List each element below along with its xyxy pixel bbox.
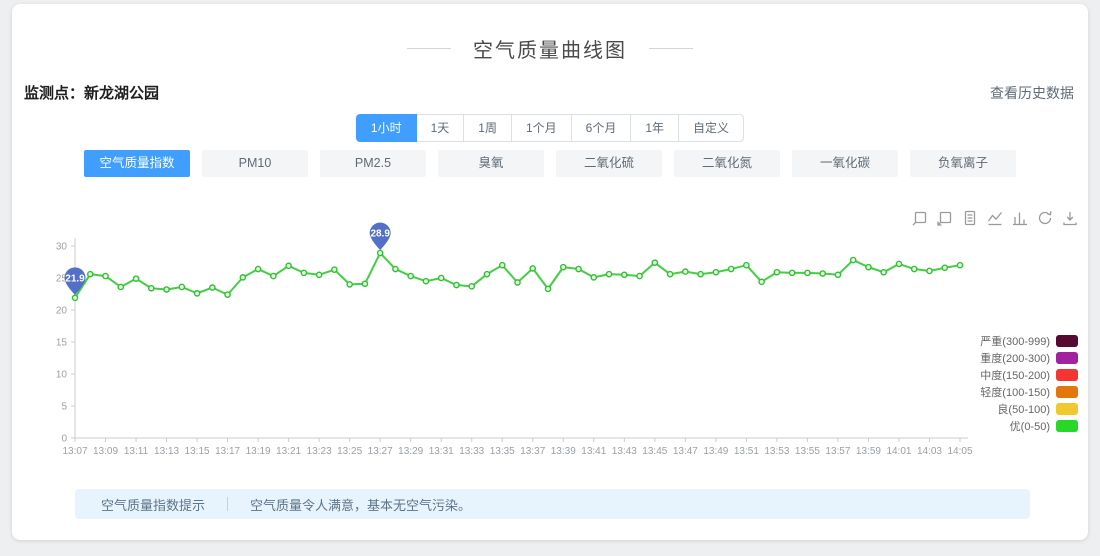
svg-text:13:49: 13:49	[703, 446, 728, 457]
svg-text:21.9: 21.9	[65, 273, 85, 284]
legend-label: 中度(150-200)	[980, 367, 1050, 383]
svg-text:13:27: 13:27	[368, 446, 393, 457]
legend-item-4[interactable]: 良(50-100)	[980, 400, 1078, 417]
time-tab-3[interactable]: 1个月	[511, 114, 572, 142]
svg-text:20: 20	[56, 306, 68, 317]
header-row: 监测点：新龙湖公园 查看历史数据	[24, 82, 1074, 103]
legend-item-1[interactable]: 重度(200-300)	[980, 349, 1078, 366]
svg-text:13:57: 13:57	[825, 446, 850, 457]
svg-text:13:51: 13:51	[734, 446, 759, 457]
station-name: 新龙湖公园	[84, 85, 159, 102]
title-row: 空气质量曲线图	[12, 34, 1088, 63]
svg-text:13:43: 13:43	[612, 446, 637, 457]
svg-text:28.9: 28.9	[370, 229, 390, 240]
svg-text:14:05: 14:05	[947, 446, 972, 457]
svg-text:13:21: 13:21	[276, 446, 301, 457]
legend-label: 轻度(100-150)	[980, 384, 1050, 400]
svg-text:13:53: 13:53	[764, 446, 789, 457]
legend-label: 重度(200-300)	[980, 350, 1050, 366]
svg-text:14:03: 14:03	[917, 446, 942, 457]
title-decoration-line-left	[407, 48, 451, 49]
tip-divider	[227, 497, 228, 511]
main-card: 空气质量曲线图 监测点：新龙湖公园 查看历史数据 1小时1天1周1个月6个月1年…	[12, 4, 1088, 540]
legend-swatch	[1056, 335, 1078, 347]
time-tab-2[interactable]: 1周	[463, 114, 512, 142]
metric-tab-6[interactable]: 一氧化碳	[792, 150, 898, 177]
svg-text:15: 15	[56, 338, 68, 349]
metric-tabs: 空气质量指数 PM10 PM2.5 臭氧二氧化硫二氧化氮一氧化碳负氧离子	[12, 150, 1088, 177]
tip-text: 空气质量令人满意，基本无空气污染。	[250, 495, 471, 514]
time-tab-6[interactable]: 自定义	[678, 114, 744, 142]
legend-label: 优(0-50)	[1010, 418, 1050, 434]
legend-item-0[interactable]: 严重(300-999)	[980, 332, 1078, 349]
aqi-line-chart[interactable]: 05101520253013:0713:0913:1113:1313:1513:…	[20, 198, 1080, 470]
svg-text:13:31: 13:31	[429, 446, 454, 457]
metric-tab-7[interactable]: 负氧离子	[910, 150, 1016, 177]
svg-text:13:41: 13:41	[581, 446, 606, 457]
legend-swatch	[1056, 386, 1078, 398]
time-range-tabs: 1小时1天1周1个月6个月1年自定义	[12, 114, 1088, 142]
svg-text:13:37: 13:37	[520, 446, 545, 457]
svg-text:13:17: 13:17	[215, 446, 240, 457]
svg-text:13:07: 13:07	[62, 446, 87, 457]
page-title: 空气质量曲线图	[473, 34, 627, 63]
svg-text:0: 0	[61, 434, 67, 445]
svg-text:13:23: 13:23	[307, 446, 332, 457]
svg-text:13:29: 13:29	[398, 446, 423, 457]
time-tab-1[interactable]: 1天	[416, 114, 465, 142]
time-tab-0[interactable]: 1小时	[356, 114, 417, 142]
legend-swatch	[1056, 403, 1078, 415]
svg-text:13:11: 13:11	[124, 446, 149, 457]
svg-text:13:59: 13:59	[856, 446, 881, 457]
svg-text:13:13: 13:13	[154, 446, 179, 457]
metric-tab-0[interactable]: 空气质量指数	[84, 150, 190, 177]
legend-swatch	[1056, 369, 1078, 381]
legend-swatch	[1056, 420, 1078, 432]
svg-text:13:47: 13:47	[673, 446, 698, 457]
svg-text:5: 5	[61, 402, 67, 413]
svg-text:13:33: 13:33	[459, 446, 484, 457]
svg-text:13:19: 13:19	[246, 446, 271, 457]
svg-text:14:01: 14:01	[886, 446, 911, 457]
svg-text:30: 30	[56, 242, 68, 253]
aqi-legend: 严重(300-999)重度(200-300)中度(150-200)轻度(100-…	[980, 332, 1078, 434]
metric-tab-4[interactable]: 二氧化硫	[556, 150, 662, 177]
svg-text:13:35: 13:35	[490, 446, 515, 457]
svg-text:13:39: 13:39	[551, 446, 576, 457]
legend-label: 严重(300-999)	[980, 333, 1050, 349]
metric-tab-3[interactable]: 臭氧	[438, 150, 544, 177]
metric-tab-5[interactable]: 二氧化氮	[674, 150, 780, 177]
legend-label: 良(50-100)	[997, 401, 1050, 417]
legend-item-2[interactable]: 中度(150-200)	[980, 366, 1078, 383]
svg-text:10: 10	[56, 370, 68, 381]
svg-text:13:15: 13:15	[185, 446, 210, 457]
title-decoration-line-right	[649, 48, 693, 49]
station-prefix: 监测点：	[24, 85, 84, 102]
station-label: 监测点：新龙湖公园	[24, 82, 159, 103]
tip-label: 空气质量指数提示	[101, 495, 205, 514]
legend-item-3[interactable]: 轻度(100-150)	[980, 383, 1078, 400]
svg-text:13:09: 13:09	[93, 446, 118, 457]
time-tab-4[interactable]: 6个月	[571, 114, 632, 142]
legend-swatch	[1056, 352, 1078, 364]
svg-text:13:55: 13:55	[795, 446, 820, 457]
time-tab-5[interactable]: 1年	[630, 114, 679, 142]
metric-tab-1[interactable]: PM10	[202, 150, 308, 177]
history-data-link[interactable]: 查看历史数据	[990, 83, 1074, 103]
tip-bar: 空气质量指数提示 空气质量令人满意，基本无空气污染。	[75, 489, 1030, 519]
svg-text:13:45: 13:45	[642, 446, 667, 457]
svg-text:13:25: 13:25	[337, 446, 362, 457]
legend-item-5[interactable]: 优(0-50)	[980, 417, 1078, 434]
metric-tab-2[interactable]: PM2.5	[320, 150, 426, 177]
